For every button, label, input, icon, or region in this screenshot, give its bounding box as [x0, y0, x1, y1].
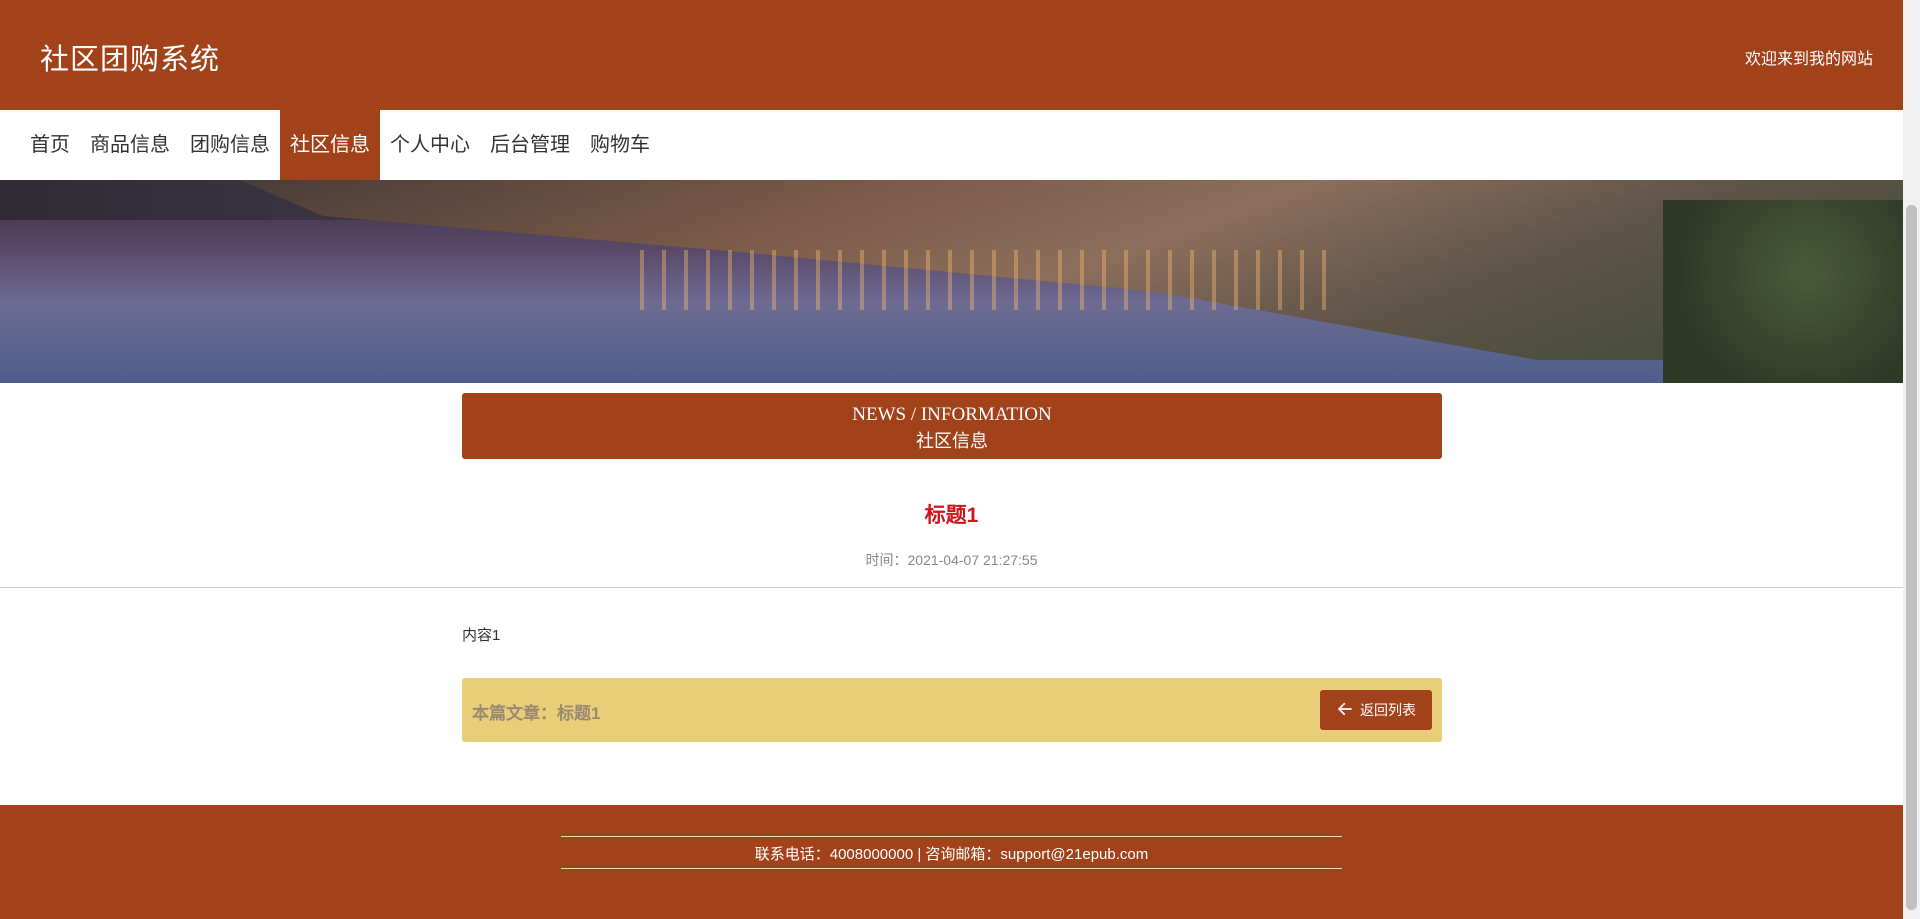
section-header: NEWS / INFORMATION 社区信息 — [462, 393, 1442, 459]
nav-item-admin[interactable]: 后台管理 — [480, 110, 580, 180]
site-footer: 联系电话：4008000000 | 咨询邮箱：support@21epub.co… — [0, 805, 1903, 919]
scrollbar[interactable] — [1903, 0, 1920, 919]
site-title[interactable]: 社区团购系统 — [40, 36, 220, 78]
article-nav-bar: 本篇文章：标题1 返回列表 — [462, 678, 1442, 742]
footer-contact: 联系电话：4008000000 | 咨询邮箱：support@21epub.co… — [754, 846, 1149, 863]
footer-divider — [561, 836, 1342, 837]
article-title: 标题1 — [924, 504, 979, 527]
nav-item-group-buy[interactable]: 团购信息 — [180, 110, 280, 180]
article-content: 内容1 — [462, 627, 501, 644]
section-title-en: NEWS / INFORMATION — [852, 404, 1052, 425]
nav-item-community-info[interactable]: 社区信息 — [280, 110, 380, 180]
divider — [0, 587, 1903, 588]
site-header: 社区团购系统 欢迎来到我的网站 — [0, 0, 1903, 110]
nav-item-personal-center[interactable]: 个人中心 — [380, 110, 480, 180]
scrollbar-thumb[interactable] — [1906, 205, 1917, 910]
back-to-list-button[interactable]: 返回列表 — [1320, 690, 1432, 730]
nav-item-products[interactable]: 商品信息 — [80, 110, 180, 180]
welcome-text: 欢迎来到我的网站 — [1744, 51, 1873, 68]
footer-divider — [561, 868, 1342, 869]
nav-item-cart[interactable]: 购物车 — [580, 110, 660, 180]
nav-item-home[interactable]: 首页 — [20, 110, 80, 180]
main-nav: 首页 商品信息 团购信息 社区信息 个人中心 后台管理 购物车 — [0, 110, 1903, 180]
article-time: 时间：2021-04-07 21:27:55 — [865, 552, 1038, 568]
arrow-left-icon — [1336, 700, 1354, 721]
section-title-cn: 社区信息 — [916, 431, 988, 451]
banner-carousel[interactable] — [0, 180, 1903, 383]
back-to-list-label: 返回列表 — [1360, 702, 1416, 718]
this-article-label: 本篇文章：标题1 — [472, 704, 601, 723]
page: 社区团购系统 欢迎来到我的网站 首页 商品信息 团购信息 社区信息 个人中心 后… — [0, 0, 1903, 919]
